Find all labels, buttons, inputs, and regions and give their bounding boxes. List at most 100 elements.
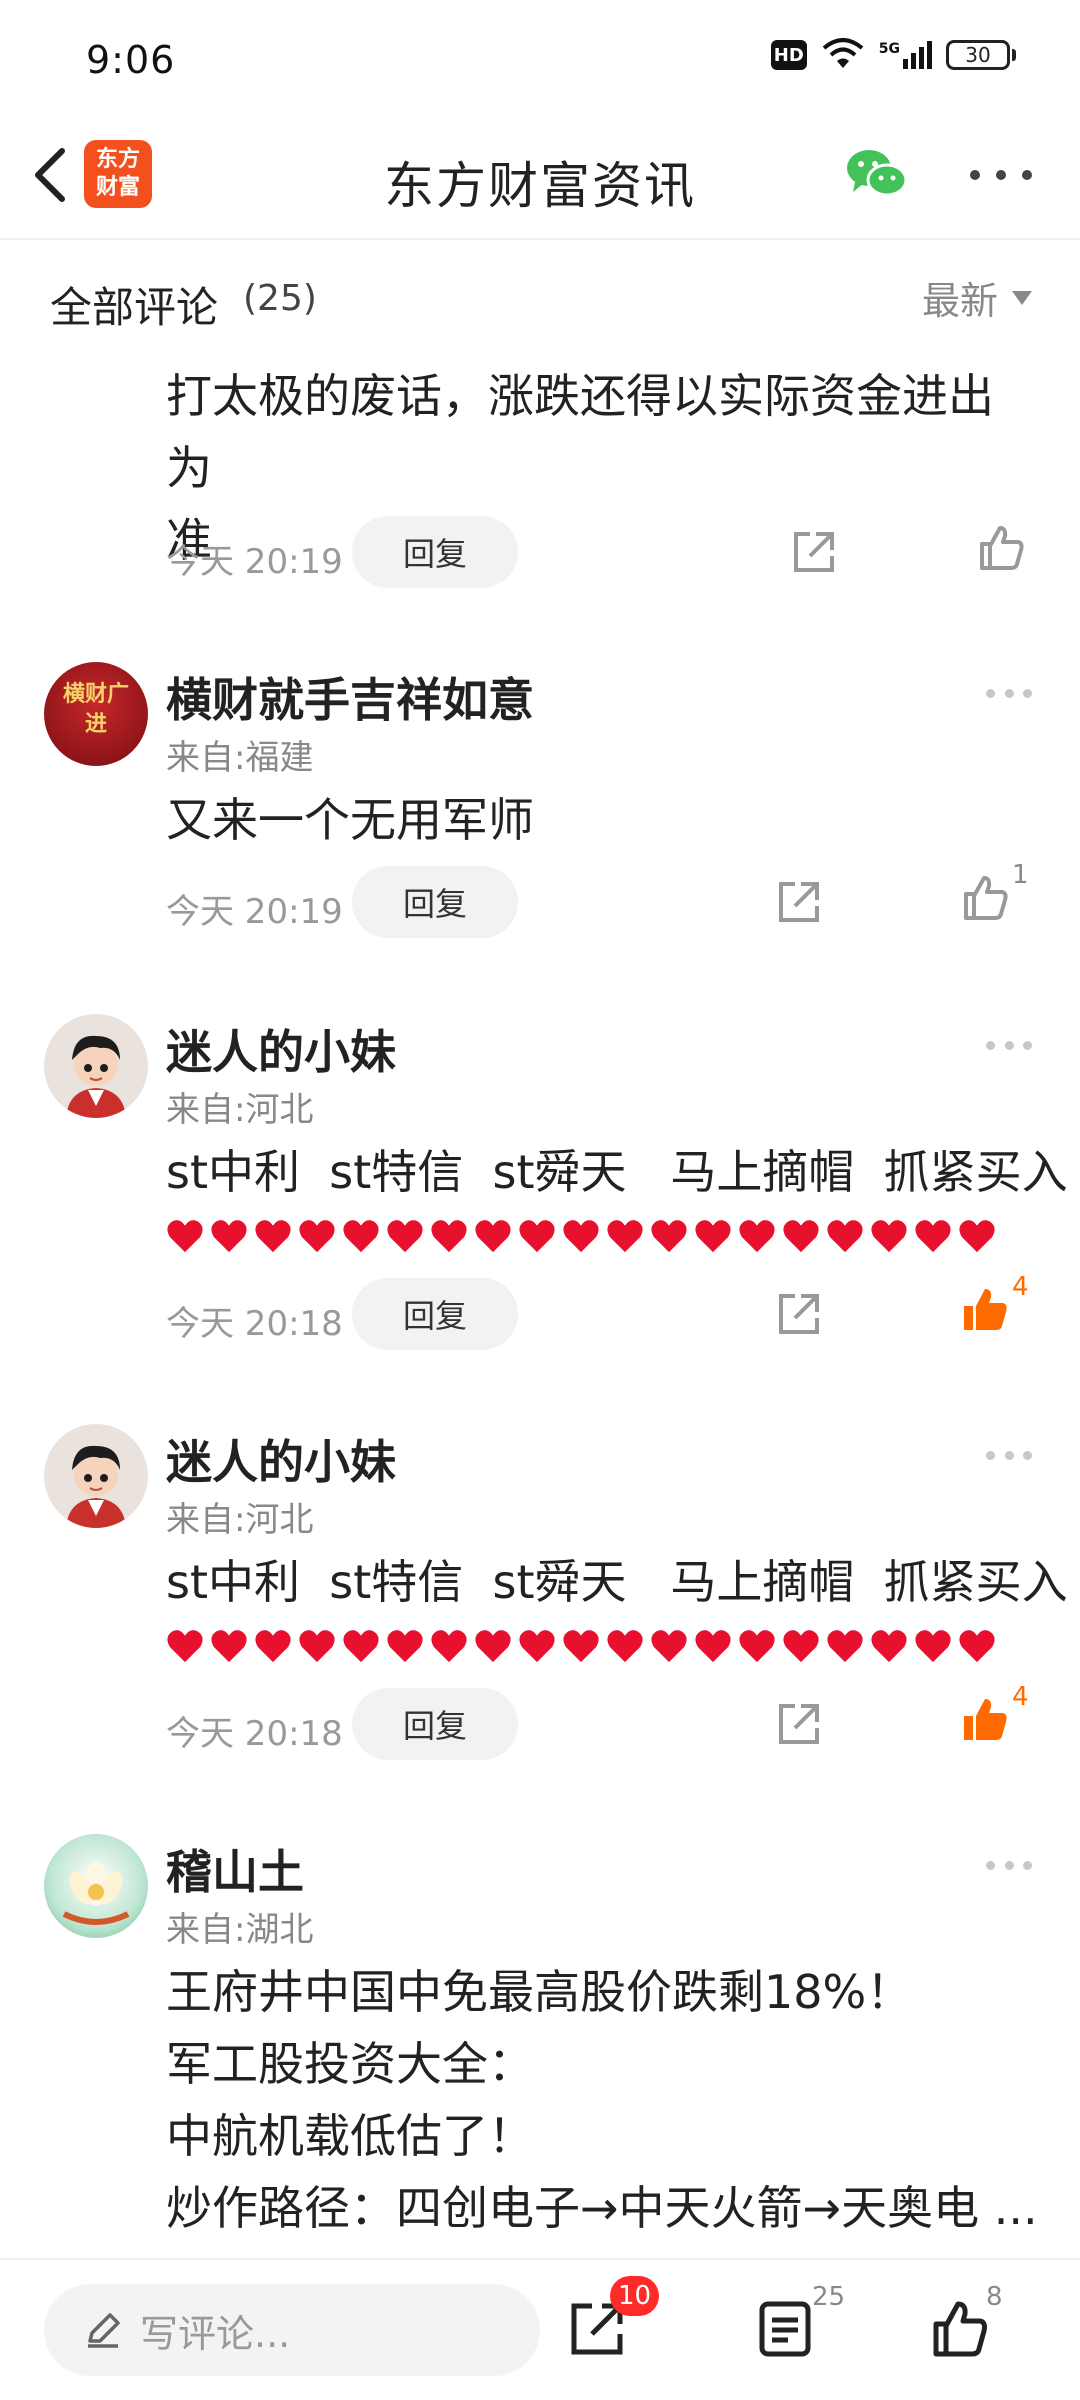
heart-emoji bbox=[695, 1630, 731, 1663]
thumbs-up-icon bbox=[964, 876, 1008, 920]
heart-emoji bbox=[871, 1630, 907, 1663]
comment-more-button[interactable] bbox=[986, 1038, 1032, 1052]
comment-time: 今天 20:18 bbox=[166, 1714, 343, 1754]
heart-emoji bbox=[871, 1220, 907, 1253]
like-count: 1 bbox=[1012, 860, 1029, 890]
reply-button[interactable]: 回复 bbox=[352, 1278, 518, 1350]
heart-emoji bbox=[783, 1220, 819, 1253]
share-icon[interactable] bbox=[775, 1700, 823, 1748]
comments-count: (25) bbox=[243, 278, 317, 319]
avatar[interactable] bbox=[44, 1424, 148, 1528]
username[interactable]: 横财就手吉祥如意 bbox=[166, 664, 534, 730]
like-article-button[interactable]: 8 bbox=[930, 2282, 1003, 2368]
caret-down-icon bbox=[1012, 290, 1032, 305]
heart-emoji bbox=[519, 1220, 555, 1253]
comment-time: 今天 20:19 bbox=[166, 892, 343, 932]
thumbs-up-icon bbox=[933, 2301, 987, 2357]
more-options-button[interactable] bbox=[970, 150, 1032, 200]
likes-count-badge: 8 bbox=[986, 2282, 1003, 2312]
heart-emoji bbox=[783, 1630, 819, 1663]
heart-emoji bbox=[167, 1220, 203, 1253]
heart-emoji bbox=[475, 1630, 511, 1663]
user-location: 来自:河北 bbox=[166, 1090, 314, 1130]
comment-text: st中利 st特信 st舜天 马上摘帽 抓紧买入 bbox=[166, 1555, 1068, 1609]
heart-emoji bbox=[343, 1220, 379, 1253]
comment-more-button[interactable] bbox=[986, 1448, 1032, 1462]
write-comment-input[interactable]: 写评论... bbox=[44, 2284, 540, 2376]
username[interactable]: 迷人的小妹 bbox=[166, 1426, 396, 1492]
heart-emoji bbox=[431, 1220, 467, 1253]
sort-label: 最新 bbox=[921, 279, 998, 323]
status-bar: 9:06 HD 5G 30 bbox=[0, 0, 1080, 110]
share-badge: 10 bbox=[610, 2276, 660, 2316]
battery-icon: 30 bbox=[946, 40, 1016, 70]
heart-emoji bbox=[519, 1630, 555, 1663]
comment-text: 又来一个无用军师 bbox=[166, 793, 534, 847]
like-button[interactable]: 4 bbox=[960, 1272, 1030, 1344]
reply-button[interactable]: 回复 bbox=[352, 1688, 518, 1760]
heart-emoji-row bbox=[166, 1628, 996, 1664]
heart-emoji bbox=[607, 1220, 643, 1253]
share-icon[interactable] bbox=[775, 878, 823, 926]
thumbs-up-filled-icon bbox=[964, 1699, 1007, 1740]
heart-emoji bbox=[475, 1220, 511, 1253]
heart-emoji bbox=[387, 1220, 423, 1253]
avatar[interactable] bbox=[44, 1834, 148, 1938]
thumbs-up-icon bbox=[980, 526, 1024, 570]
status-time: 9:06 bbox=[86, 38, 176, 82]
username[interactable]: 稽山土 bbox=[166, 1836, 304, 1902]
heart-emoji bbox=[255, 1220, 291, 1253]
heart-emoji bbox=[563, 1220, 599, 1253]
heart-emoji bbox=[959, 1220, 995, 1253]
heart-emoji-row bbox=[166, 1218, 996, 1254]
avatar[interactable]: 横财广进 bbox=[44, 662, 148, 766]
battery-level: 30 bbox=[946, 40, 1010, 70]
user-location: 来自:河北 bbox=[166, 1500, 314, 1540]
heart-emoji bbox=[959, 1630, 995, 1663]
heart-emoji bbox=[827, 1630, 863, 1663]
avatar[interactable] bbox=[44, 1014, 148, 1118]
share-button[interactable]: 10 bbox=[568, 2276, 660, 2368]
avatar-cartoon-boy bbox=[66, 1445, 126, 1528]
comments-button[interactable]: 25 bbox=[756, 2282, 845, 2368]
comment-time: 今天 20:18 bbox=[166, 1304, 343, 1344]
signal-5g-icon: 5G bbox=[879, 41, 932, 69]
like-count: 4 bbox=[1012, 1682, 1029, 1712]
avatar-art: 横财广进 bbox=[62, 682, 129, 737]
network-label: 5G bbox=[878, 41, 900, 57]
page-title: 东方财富资讯 bbox=[384, 157, 696, 215]
comment-more-button[interactable] bbox=[986, 1858, 1032, 1872]
heart-emoji bbox=[255, 1630, 291, 1663]
heart-emoji bbox=[739, 1220, 775, 1253]
heart-emoji bbox=[915, 1630, 951, 1663]
pencil-icon bbox=[88, 2313, 120, 2348]
user-location: 来自:湖北 bbox=[166, 1910, 314, 1950]
avatar-cartoon-boy bbox=[66, 1035, 126, 1118]
heart-emoji bbox=[607, 1630, 643, 1663]
user-location: 来自:福建 bbox=[166, 738, 314, 778]
comment-placeholder: 写评论... bbox=[140, 2311, 291, 2356]
heart-emoji bbox=[695, 1220, 731, 1253]
heart-emoji bbox=[563, 1630, 599, 1663]
wechat-share-icon[interactable] bbox=[845, 146, 909, 202]
heart-emoji bbox=[387, 1630, 423, 1663]
hd-icon: HD bbox=[770, 40, 807, 70]
share-icon[interactable] bbox=[775, 1290, 823, 1338]
reply-button[interactable]: 回复 bbox=[352, 866, 518, 938]
like-button[interactable]: 4 bbox=[960, 1682, 1030, 1754]
reply-button[interactable]: 回复 bbox=[352, 516, 518, 588]
heart-emoji bbox=[827, 1220, 863, 1253]
share-icon[interactable] bbox=[790, 528, 838, 576]
comment-text: 王府井中国中免最高股价跌剩18%！ 军工股投资大全： 中航机载低估了！ 炒作路径… bbox=[166, 1965, 1036, 2235]
comment-more-button[interactable] bbox=[986, 686, 1032, 700]
sort-dropdown[interactable]: 最新 bbox=[922, 270, 1032, 325]
like-button[interactable]: 1 bbox=[960, 860, 1030, 932]
heart-emoji bbox=[739, 1630, 775, 1663]
like-button[interactable] bbox=[976, 522, 1046, 582]
username[interactable]: 迷人的小妹 bbox=[166, 1016, 396, 1082]
heart-emoji bbox=[431, 1630, 467, 1663]
header: 东方 财富 东方财富资讯 bbox=[0, 110, 1080, 240]
avatar-lotus-flower bbox=[62, 1862, 130, 1925]
comments-header: 全部评论 (25) 最新 bbox=[0, 240, 1080, 350]
comments-count-badge: 25 bbox=[812, 2282, 846, 2312]
